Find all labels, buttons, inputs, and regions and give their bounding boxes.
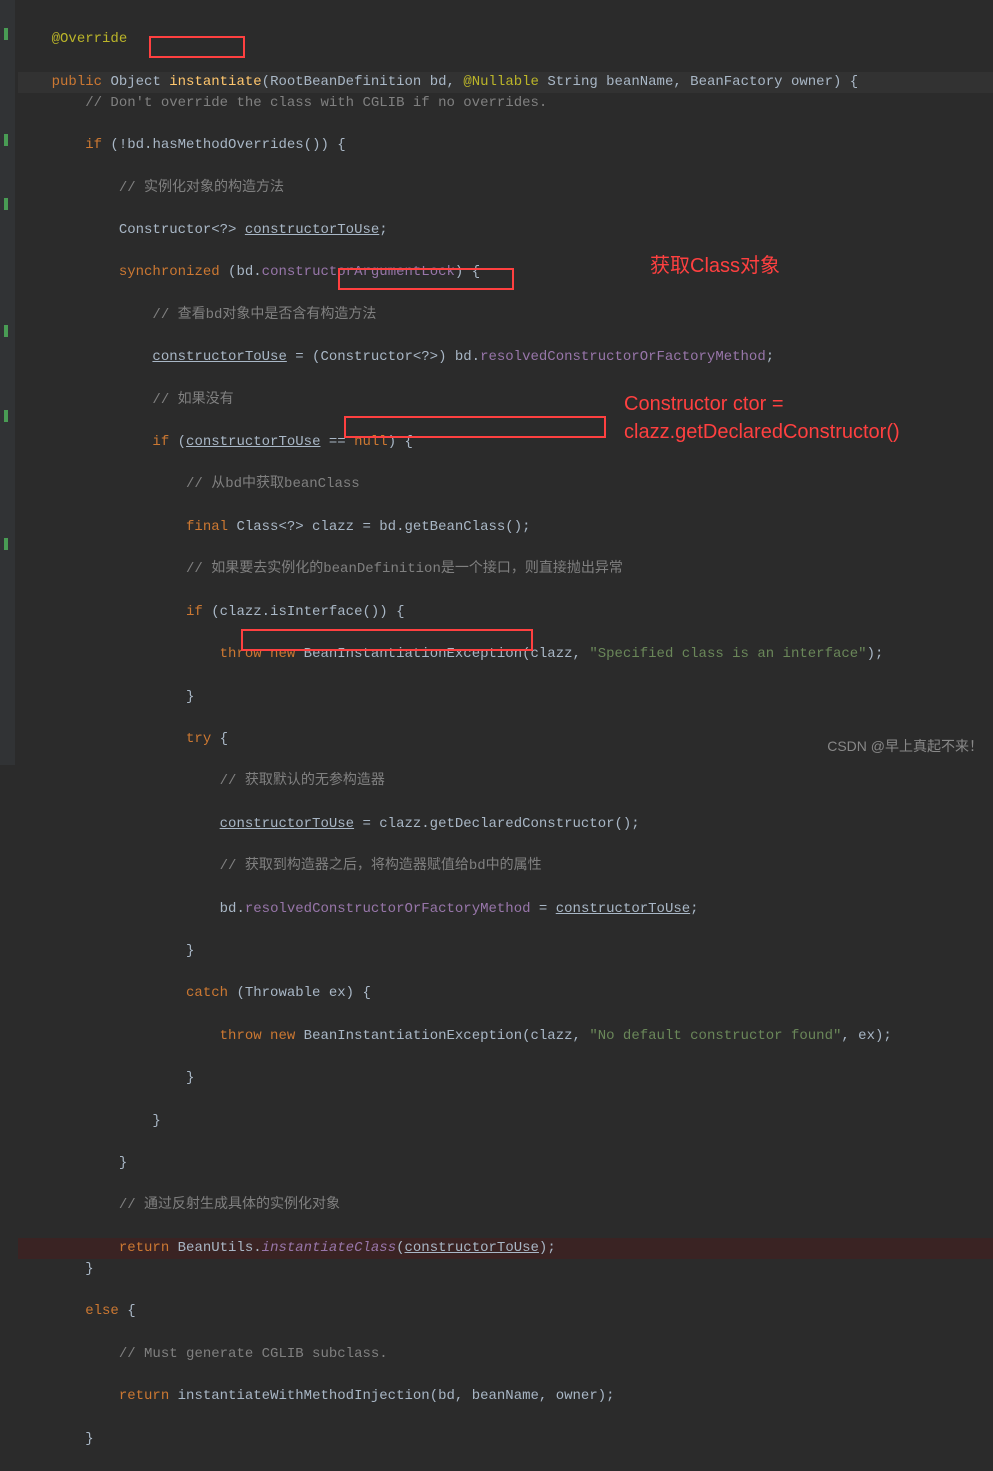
code-line[interactable]: } <box>18 1259 993 1280</box>
code-line[interactable]: } <box>18 1153 993 1174</box>
code-line[interactable]: @Override <box>18 29 993 50</box>
code-line[interactable]: Constructor<?> constructorToUse; <box>18 220 993 241</box>
code-line[interactable]: final Class<?> clazz = bd.getBeanClass()… <box>18 517 993 538</box>
code-line[interactable]: // 实例化对象的构造方法 <box>18 178 993 199</box>
code-line[interactable]: else { <box>18 1301 993 1322</box>
code-line[interactable]: } <box>18 687 993 708</box>
code-line[interactable]: // 获取默认的无参构造器 <box>18 771 993 792</box>
code-line[interactable]: return instantiateWithMethodInjection(bd… <box>18 1386 993 1407</box>
code-line[interactable]: constructorToUse = (Constructor<?>) bd.r… <box>18 347 993 368</box>
code-line[interactable]: } <box>18 1068 993 1089</box>
code-line[interactable]: // Don't override the class with CGLIB i… <box>18 93 993 114</box>
code-line[interactable]: bd.resolvedConstructorOrFactoryMethod = … <box>18 899 993 920</box>
code-line[interactable]: throw new BeanInstantiationException(cla… <box>18 1026 993 1047</box>
watermark: CSDN @早上真起不来！ <box>827 736 983 757</box>
code-line[interactable]: throw new BeanInstantiationException(cla… <box>18 644 993 665</box>
code-line[interactable]: // 查看bd对象中是否含有构造方法 <box>18 305 993 326</box>
code-line[interactable]: // 如果要去实例化的beanDefinition是一个接口，则直接抛出异常 <box>18 559 993 580</box>
annotation-text-2: Constructor ctor = clazz.getDeclaredCons… <box>624 390 993 446</box>
code-line[interactable]: } <box>18 941 993 962</box>
code-line[interactable]: // Must generate CGLIB subclass. <box>18 1344 993 1365</box>
code-line[interactable]: if (!bd.hasMethodOverrides()) { <box>18 135 993 156</box>
code-line[interactable]: // 获取到构造器之后，将构造器赋值给bd中的属性 <box>18 856 993 877</box>
method-name: instantiate <box>169 74 261 90</box>
annotation: @Override <box>52 31 128 47</box>
code-line[interactable]: constructorToUse = clazz.getDeclaredCons… <box>18 814 993 835</box>
annotation-text-1: 获取Class对象 <box>650 256 780 277</box>
code-line[interactable]: } <box>18 1111 993 1132</box>
code-line[interactable]: public Object instantiate(RootBeanDefini… <box>18 72 993 93</box>
code-line[interactable]: synchronized (bd.constructorArgumentLock… <box>18 262 993 283</box>
code-line[interactable]: catch (Throwable ex) { <box>18 983 993 1004</box>
code-line[interactable]: // 通过反射生成具体的实例化对象 <box>18 1195 993 1216</box>
code-line[interactable]: // 从bd中获取beanClass <box>18 474 993 495</box>
code-line[interactable]: return BeanUtils.instantiateClass(constr… <box>18 1238 993 1259</box>
code-line[interactable]: } <box>18 1429 993 1450</box>
code-line[interactable]: if (clazz.isInterface()) { <box>18 602 993 623</box>
